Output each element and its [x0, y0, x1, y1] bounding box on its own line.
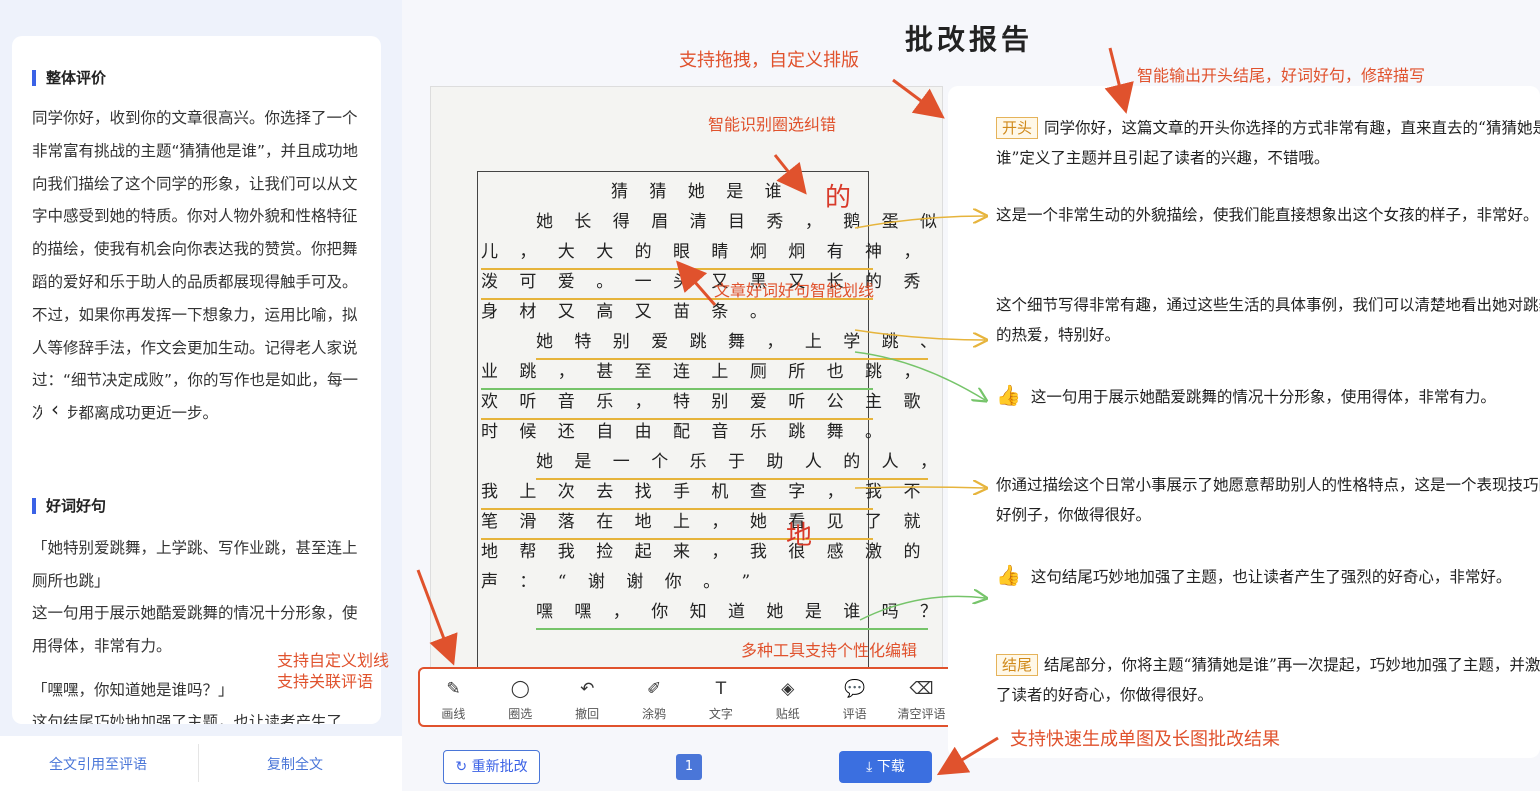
overall-title: 整体评价 [32, 70, 106, 86]
comment-card: 开头 同学你好，这篇文章的开头你选择的方式非常有趣，直来直去的“猜猜她是谁”定义了… [948, 86, 1540, 758]
rebatch-button[interactable]: ↻ 重新批改 [443, 750, 540, 784]
correction-mark: 的 [825, 183, 852, 213]
clear-icon: ⌫ [909, 679, 934, 699]
collapse-arrow-icon[interactable]: ‹ [42, 396, 68, 422]
undo-icon: ↶ [580, 679, 595, 699]
tool-sticker[interactable]: ◈ 贴纸 [754, 669, 821, 725]
essay-line: 身 材 又 高 又 苗 条 。 [481, 302, 775, 322]
essay-line: 她 长 得 眉 清 目 秀 ， 鹅 蛋 似 得 脸 [536, 212, 943, 232]
essay-line: 业 跳 ， 甚 至 连 上 厕 所 也 跳 ， 她 也 喜 [481, 357, 942, 390]
tool-comment[interactable]: 💬 评语 [821, 669, 888, 725]
comment-item[interactable]: 这个细节写得非常有趣，通过这些生活的具体事例，我们可以清楚地看出她对跳舞的热爱，… [996, 290, 1540, 350]
comment-item-ending[interactable]: 结尾 结尾部分，你将主题“猜猜她是谁”再一次提起，巧妙地加强了主题，并激发了读者的… [996, 650, 1540, 710]
tool-text[interactable]: T 文字 [688, 669, 755, 725]
essay-line: 我 上 次 去 找 手 机 查 字 ， 我 不 小 心 把 [481, 477, 942, 510]
tool-circle-select[interactable]: ◯ 圈选 [487, 669, 554, 725]
report-title: 批改报告 [905, 23, 1034, 56]
essay-line: 她 特 别 爱 跳 舞 ， 上 学 跳 、 写 作 [536, 327, 942, 360]
comment-icon: 💬 [844, 679, 866, 699]
tool-doodle[interactable]: ✐ 涂鸦 [621, 669, 688, 725]
edit-toolbar: ✎ 画线 ◯ 圈选 ↶ 撤回 ✐ 涂鸦 T 文字 ◈ 贴纸 💬 评语 ⌫ 清空评语 [418, 667, 957, 727]
comment-item[interactable]: 你通过描绘这个日常小事展示了她愿意帮助别人的性格特点，这是一个表现技巧的好例子，… [996, 470, 1540, 530]
annotation-link-comment: 支持关联评语 [277, 672, 374, 691]
sticker-icon: ◈ [781, 679, 795, 699]
pen-icon: ✎ [446, 679, 461, 699]
thumbs-up-icon: 👍 [996, 563, 1021, 587]
left-footer: 全文引用至评语 复制全文 [0, 736, 402, 791]
text-icon: T [715, 679, 727, 699]
tool-undo[interactable]: ↶ 撤回 [554, 669, 621, 725]
comment-item-praise[interactable]: 👍 这句结尾巧妙地加强了主题，也让读者产生了强烈的好奇心，非常好。 [996, 560, 1540, 592]
evaluation-card: 整体评价 同学你好，收到你的文章很高兴。你选择了一个非常富有挑战的主题“猜猜他是… [12, 36, 381, 724]
comment-item-praise[interactable]: 👍 这一句用于展示她酷爱跳舞的情况十分形象，使用得体，非常有力。 [996, 380, 1540, 412]
lasso-icon: ◯ [510, 679, 530, 699]
essay-line: 欢 听 音 乐 ， 特 别 爱 听 公 主 歌 曲 ， 有 [481, 387, 942, 420]
annotation-quick-generate: 支持快速生成单图及长图批改结果 [1010, 729, 1280, 750]
essay-line: 她 是 一 个 乐 于 助 人 的 人 ， 记 得 [536, 447, 942, 480]
essay-line: 儿 ， 大 大 的 眼 睛 炯 炯 有 神 ， 机 灵 活 [481, 237, 942, 270]
tool-clear-comments[interactable]: ⌫ 清空评语 [888, 669, 955, 725]
ending-tag: 结尾 [996, 654, 1039, 676]
brush-icon: ✐ [646, 679, 662, 699]
essay-line: 笔 滑 落 在 地 上 ， 她 看 见 了 就 很 开 心 [481, 507, 942, 540]
download-button[interactable]: ⤓ 下载 [839, 751, 932, 783]
essay-line: 时 候 还 自 由 配 音 乐 跳 舞 。 [481, 422, 891, 442]
annotation-circle: 智能识别圈选纠错 [708, 115, 837, 134]
annotation-underline: 文章好词好句智能划线 [714, 281, 875, 300]
download-icon: ⤓ [866, 759, 873, 775]
page-number[interactable]: 1 [676, 754, 702, 780]
annotation-drag: 支持拖拽，自定义排版 [679, 50, 859, 71]
refresh-icon: ↻ [455, 759, 468, 775]
cite-all-link[interactable]: 全文引用至评语 [49, 754, 147, 774]
opening-tag: 开头 [996, 117, 1039, 139]
overall-text: 同学你好，收到你的文章很高兴。你选择了一个非常富有挑战的主题“猜猜他是谁”，并且… [32, 109, 359, 423]
tool-draw-line[interactable]: ✎ 画线 [420, 669, 487, 725]
essay-line: 嘿 嘿 ， 你 知 道 她 是 谁 吗 ？ [536, 597, 937, 630]
footer-divider [198, 744, 199, 782]
essay-photo[interactable]: 猜 猜 她 是 谁 她 长 得 眉 清 目 秀 ， 鹅 蛋 似 得 脸 儿 ， … [430, 86, 943, 676]
annotation-smart-output: 智能输出开头结尾，好词好句，修辞描写 [1137, 66, 1426, 85]
essay-line: 地 帮 我 捡 起 来 ， 我 很 感 激 的 说 了 一 [481, 542, 942, 562]
comment-2: 这句结尾巧妙地加强了主题，也让读者产生了 [32, 713, 343, 724]
comment-item-opening[interactable]: 开头 同学你好，这篇文章的开头你选择的方式非常有趣，直来直去的“猜猜她是谁”定义了… [996, 113, 1540, 173]
comment-item[interactable]: 这是一个非常生动的外貌描绘，使我们能直接想象出这个女孩的样子，非常好。 [996, 200, 1540, 230]
thumbs-up-icon: 👍 [996, 383, 1021, 407]
quote-1: 「她特别爱跳舞，上学跳、写作业跳，甚至连上厕所也跳」 [32, 539, 358, 590]
correction-mark: 地 [786, 521, 813, 551]
phrases-title: 好词好句 [32, 498, 106, 514]
essay-line: 猜 猜 她 是 谁 [611, 182, 790, 202]
copy-all-link[interactable]: 复制全文 [267, 754, 323, 774]
essay-line: 声 ： “ 谢 谢 你 。 ” [481, 572, 759, 592]
annotation-tools: 多种工具支持个性化编辑 [741, 641, 918, 660]
